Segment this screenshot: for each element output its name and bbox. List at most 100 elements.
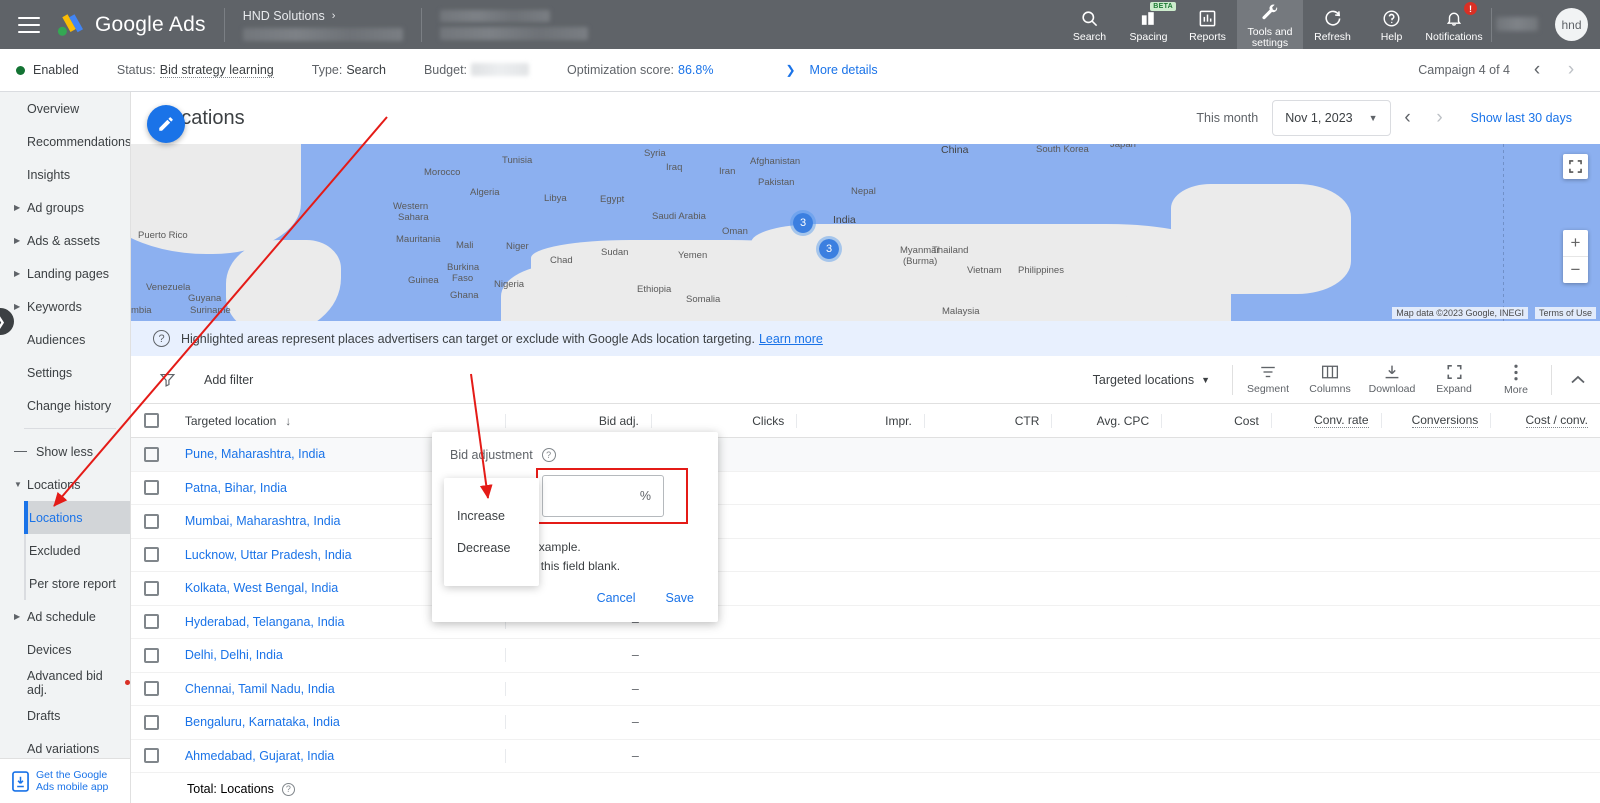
map-cluster-marker[interactable]: 3 [790,210,816,236]
tool-reports[interactable]: Reports [1178,0,1237,49]
location-link[interactable]: Kolkata, West Bengal, India [185,581,338,595]
bid-adjustment-input-wrapper[interactable]: % [542,475,664,517]
dropdown-option-decrease[interactable]: Decrease [444,541,539,555]
row-checkbox[interactable] [144,513,160,529]
sidebar-item-locations[interactable]: Locations [24,501,130,534]
row-bid-adj-cell[interactable]: – [505,681,650,696]
column-header-clicks[interactable]: Clicks [650,413,796,428]
targeted-locations-dropdown[interactable]: Targeted locations ▼ [1093,373,1210,387]
sidebar-item-change-history[interactable]: Change history [0,389,130,422]
map-fullscreen-button[interactable] [1563,154,1588,179]
sidebar-item-keywords[interactable]: ▶ Keywords [0,290,130,323]
map-zoom-out-button[interactable]: − [1563,257,1588,283]
tool-search[interactable]: Search [1060,0,1119,49]
collapse-section-button[interactable] [1556,375,1600,385]
sidebar-item-recommendations[interactable]: Recommendations [0,125,130,158]
learn-more-link[interactable]: Learn more [759,332,823,346]
column-header-impr[interactable]: Impr. [796,413,924,428]
show-less-button[interactable]: Show less [0,435,130,468]
row-checkbox[interactable] [144,614,160,630]
row-checkbox[interactable] [144,547,160,563]
show-last-30-days-link[interactable]: Show last 30 days [1471,111,1572,125]
row-checkbox[interactable] [144,714,160,730]
column-header-cost-conv[interactable]: Cost / conv. [1490,413,1600,428]
cancel-button[interactable]: Cancel [589,586,644,610]
columns-button[interactable]: Columns [1299,364,1361,395]
chevron-down-icon[interactable]: ❯ [785,63,795,77]
tool-tools-and-settings[interactable]: Tools and settings [1237,0,1303,49]
sidebar-item-audiences[interactable]: Audiences [0,323,130,356]
more-button[interactable]: More [1485,364,1547,396]
location-link[interactable]: Ahmedabad, Gujarat, India [185,749,334,763]
mobile-app-promo[interactable]: Get the Google Ads mobile app [0,758,130,803]
column-header-cost[interactable]: Cost [1161,413,1271,428]
column-header-conv-rate[interactable]: Conv. rate [1270,413,1381,428]
next-period-button[interactable]: › [1425,103,1455,133]
location-link[interactable]: Bengaluru, Karnataka, India [185,715,340,729]
sidebar-item-settings[interactable]: Settings [0,356,130,389]
account-selector[interactable]: HND Solutions › [242,9,403,41]
map-zoom-in-button[interactable]: + [1563,230,1588,256]
row-checkbox[interactable] [144,446,160,462]
sidebar-group-locations[interactable]: ▼ Locations [0,468,130,501]
location-link[interactable]: Lucknow, Uttar Pradesh, India [185,548,352,562]
sidebar-item-ad-groups[interactable]: ▶ Ad groups [0,191,130,224]
date-picker[interactable]: Nov 1, 2023 ▼ [1272,100,1391,136]
tool-refresh[interactable]: Refresh [1303,0,1362,49]
row-checkbox[interactable] [144,681,160,697]
hamburger-menu-icon[interactable] [18,16,40,33]
dropdown-option-increase[interactable]: Increase [444,509,539,523]
map-cluster-marker[interactable]: 3 [816,236,842,262]
sidebar-item-per-store-report[interactable]: Per store report [26,567,130,600]
add-filter-button[interactable]: Add filter [159,371,253,388]
expand-button[interactable]: Expand [1423,364,1485,395]
next-campaign-button[interactable]: › [1556,55,1586,85]
previous-period-button[interactable]: ‹ [1393,103,1423,133]
column-header-ctr[interactable]: CTR [923,413,1052,428]
location-link[interactable]: Pune, Maharashtra, India [185,447,325,461]
column-header-conversions[interactable]: Conversions [1380,413,1491,428]
sidebar-item-ad-schedule[interactable]: ▶ Ad schedule [0,600,130,633]
row-bid-adj-cell[interactable]: – [505,648,650,663]
previous-campaign-button[interactable]: ‹ [1522,55,1552,85]
sidebar-item-insights[interactable]: Insights [0,158,130,191]
tool-spacing[interactable]: BETA Spacing [1119,0,1178,49]
location-link[interactable]: Chennai, Tamil Nadu, India [185,682,335,696]
help-icon[interactable]: ? [541,448,556,462]
download-button[interactable]: Download [1361,364,1423,395]
sidebar-item-ads-assets[interactable]: ▶ Ads & assets [0,224,130,257]
select-all-checkbox[interactable] [144,413,160,428]
sidebar-item-devices[interactable]: Devices [0,633,130,666]
row-checkbox[interactable] [144,580,160,596]
location-link[interactable]: Delhi, Delhi, India [185,648,283,662]
google-ads-logo[interactable]: Google Ads [56,12,206,38]
sidebar-item-overview[interactable]: Overview [0,92,130,125]
map-terms-link[interactable]: Terms of Use [1534,307,1596,319]
row-bid-adj-cell[interactable]: – [505,748,650,763]
location-link[interactable]: Mumbai, Maharashtra, India [185,514,341,528]
sidebar-item-advanced-bid-adj[interactable]: Advanced bid adj. [0,666,130,699]
tool-notifications[interactable]: ! Notifications [1421,0,1487,49]
segment-button[interactable]: Segment [1237,364,1299,395]
sidebar-item-landing-pages[interactable]: ▶ Landing pages [0,257,130,290]
location-link[interactable]: Hyderabad, Telangana, India [185,615,345,629]
row-bid-adj-cell[interactable]: – [505,715,650,730]
avatar[interactable]: hnd [1555,8,1588,41]
campaign-selector[interactable] [439,9,588,40]
row-checkbox[interactable] [144,647,160,663]
row-checkbox[interactable] [144,748,160,764]
column-header-avg-cpc[interactable]: Avg. CPC [1051,413,1161,428]
save-button[interactable]: Save [658,586,703,610]
more-details-link[interactable]: More details [810,63,878,77]
tool-help[interactable]: Help [1362,0,1421,49]
sidebar-item-drafts[interactable]: Drafts [0,699,130,732]
column-header-location[interactable]: Targeted location ↓ [173,414,432,428]
location-link[interactable]: Patna, Bihar, India [185,481,287,495]
sidebar-item-excluded[interactable]: Excluded [26,534,130,567]
world-map[interactable]: Puerto Rico Venezuela Guyana Suriname mbia Mo… [131,144,1600,321]
row-checkbox[interactable] [144,480,160,496]
column-header-bid-adj[interactable]: Bid adj. [505,413,650,428]
map-label: Egypt [600,194,625,205]
status-value[interactable]: Bid strategy learning [159,63,274,78]
edit-locations-fab[interactable] [147,105,185,143]
